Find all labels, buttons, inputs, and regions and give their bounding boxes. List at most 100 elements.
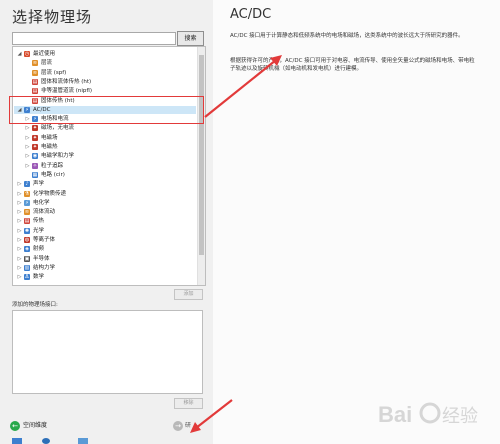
- added-interfaces-list[interactable]: [12, 310, 203, 394]
- selection-highlight-annotation: [9, 96, 204, 124]
- expand-arrow-icon[interactable]: ▷: [17, 208, 22, 216]
- next-button[interactable]: → 研: [173, 420, 191, 432]
- physics-icon: ≋: [24, 209, 30, 216]
- baidu-jingyan-watermark: Bai 经验: [378, 402, 478, 427]
- physics-icon: ▤: [32, 78, 38, 85]
- tree-item-label: 电磁场: [41, 134, 58, 141]
- next-button-label: 研: [185, 422, 192, 429]
- svg-text:Bai: Bai: [378, 402, 412, 427]
- tree-item[interactable]: ▷ ◈ 射频: [14, 245, 196, 253]
- svg-text:经验: 经验: [442, 406, 478, 427]
- physics-icon: ✧: [32, 162, 38, 169]
- toolbar-icon-3[interactable]: [78, 438, 88, 444]
- physics-icon: ◍: [24, 237, 30, 243]
- physics-icon: ▥: [24, 264, 30, 271]
- expand-arrow-icon[interactable]: ▷: [17, 264, 22, 272]
- tree-scrollbar[interactable]: [197, 47, 205, 285]
- back-button[interactable]: ← 空间维度: [10, 420, 47, 432]
- tree-item-label: 层流 (spf): [41, 69, 67, 76]
- expand-arrow-icon[interactable]: ▷: [25, 143, 30, 151]
- physics-icon: Δ: [24, 274, 30, 281]
- tree-item[interactable]: ▷ ✧ 粒子追踪: [14, 162, 196, 170]
- tree-item[interactable]: ≋ 层流 (spf): [14, 69, 196, 77]
- tree-item[interactable]: ▷ ✦ 磁场，无电流: [14, 124, 196, 132]
- physics-icon: ◉: [32, 153, 38, 160]
- expand-arrow-icon[interactable]: ▷: [25, 162, 30, 170]
- search-button[interactable]: 搜索: [177, 31, 204, 46]
- physics-icon: ▤: [24, 218, 30, 225]
- physics-icon: ✺: [24, 227, 30, 234]
- expand-arrow-icon[interactable]: ▷: [17, 255, 22, 263]
- expand-arrow-icon[interactable]: ▷: [17, 217, 22, 225]
- tree-item[interactable]: ▷ ≋ 流体流动: [14, 208, 196, 216]
- expand-arrow-icon[interactable]: ◢: [17, 50, 22, 58]
- expand-arrow-icon[interactable]: ▷: [17, 190, 22, 198]
- physics-icon: ✦: [32, 125, 38, 132]
- tree-item-label: 固体和流体传热 (ht): [41, 78, 92, 85]
- tree-item-label: 流体流动: [33, 209, 56, 216]
- toolbar-icon-2[interactable]: [42, 438, 50, 444]
- tree-item[interactable]: ▷ ⚡ 电化学: [14, 199, 196, 207]
- added-interfaces-label: 添加的物理场接口:: [12, 302, 58, 308]
- tree-item[interactable]: ▷ ✦ 电磁场: [14, 134, 196, 142]
- expand-arrow-icon[interactable]: ▷: [17, 227, 22, 235]
- physics-icon: ▤: [32, 88, 38, 95]
- tree-item-label: 等离子体: [33, 237, 56, 243]
- physics-icon: ≋: [32, 60, 38, 67]
- tree-item-label: 传热: [33, 218, 45, 225]
- physics-tree[interactable]: ◢ ◷ 最近使用 ≋ 层流 ≋ 层流 (spf) ▤ 固体和流体传热 (ht) ▤ 非等温管道流 (…: [12, 46, 206, 286]
- tree-item[interactable]: ▷ ✦ 电磁热: [14, 143, 196, 151]
- tree-item[interactable]: ▷ ◍ 等离子体: [14, 236, 196, 244]
- expand-arrow-icon[interactable]: ▷: [17, 180, 22, 188]
- expand-arrow-icon[interactable]: ▷: [25, 152, 30, 160]
- tree-item-label: 光学: [33, 227, 45, 234]
- expand-arrow-icon[interactable]: ▷: [17, 199, 22, 207]
- toolbar-icon-1[interactable]: [12, 438, 22, 444]
- tree-item[interactable]: ▷ ♪ 声学: [14, 180, 196, 188]
- tree-item-label: 电化学: [33, 199, 50, 206]
- physics-icon: ⚡: [24, 199, 30, 206]
- description-paragraph-2: 根据获得许可的产品，AC/DC 接口可用于对电容、电流传导、使用全矢量公式的磁场…: [230, 58, 475, 72]
- remove-button[interactable]: 移除: [174, 398, 203, 409]
- tree-item[interactable]: ▷ ⚗ 化学物质传递: [14, 190, 196, 198]
- tree-item[interactable]: ▷ ▣ 半导体: [14, 255, 196, 263]
- expand-arrow-icon[interactable]: ▷: [17, 273, 22, 281]
- physics-icon: ✦: [32, 134, 38, 141]
- tree-item-label: 结构力学: [33, 264, 56, 271]
- physics-icon: ♪: [24, 181, 30, 188]
- tree-item-label: 最近使用: [33, 51, 56, 57]
- tree-item[interactable]: ◢ ◷ 最近使用: [14, 50, 196, 58]
- physics-icon: ◷: [24, 51, 30, 57]
- tree-item[interactable]: ▷ ✺ 光学: [14, 227, 196, 235]
- tree-item-label: 射频: [33, 246, 45, 253]
- tree-item-label: 磁场，无电流: [41, 125, 75, 132]
- expand-arrow-icon[interactable]: ▷: [17, 245, 22, 253]
- add-button[interactable]: 添加: [174, 289, 203, 300]
- expand-arrow-icon[interactable]: ▷: [25, 124, 30, 132]
- physics-icon: ⚗: [24, 190, 30, 197]
- tree-item[interactable]: ▷ ▤ 传热: [14, 217, 196, 225]
- physics-icon: ▦: [32, 171, 38, 178]
- tree-item[interactable]: ≋ 层流: [14, 59, 196, 67]
- description-paragraph-1: AC/DC 接口用于计算静态和低频系统中的电场和磁场，这类系统中的波长远大于所研…: [230, 33, 464, 39]
- tree-item[interactable]: ▷ ▥ 结构力学: [14, 264, 196, 272]
- tree-item-label: 非等温管道流 (nipfl): [41, 88, 93, 95]
- expand-arrow-icon[interactable]: ▷: [25, 134, 30, 142]
- tree-item[interactable]: ▷ ◉ 电磁学和力学: [14, 152, 196, 160]
- tree-item-label: 化学物质传递: [33, 190, 67, 197]
- bottom-toolbar: [0, 436, 213, 444]
- search-input[interactable]: [12, 32, 176, 45]
- physics-icon: ▣: [24, 255, 30, 262]
- tree-item[interactable]: ▤ 非等温管道流 (nipfl): [14, 87, 196, 95]
- physics-icon: ≋: [32, 69, 38, 76]
- tree-item[interactable]: ▦ 电路 (cir): [14, 171, 196, 179]
- left-panel: 选择物理场 搜索 ◢ ◷ 最近使用 ≋ 层流 ≋ 层流 (spf) ▤ 固体和流体传热 (ht)…: [0, 0, 213, 444]
- tree-item-label: 半导体: [33, 255, 50, 262]
- tree-item[interactable]: ▷ Δ 数学: [14, 273, 196, 281]
- description-title: AC/DC: [230, 7, 272, 22]
- expand-arrow-icon[interactable]: ▷: [17, 236, 22, 244]
- scrollbar-thumb[interactable]: [199, 55, 204, 255]
- page-title: 选择物理场: [12, 8, 93, 26]
- physics-icon: ✦: [32, 144, 38, 150]
- tree-item[interactable]: ▤ 固体和流体传热 (ht): [14, 78, 196, 86]
